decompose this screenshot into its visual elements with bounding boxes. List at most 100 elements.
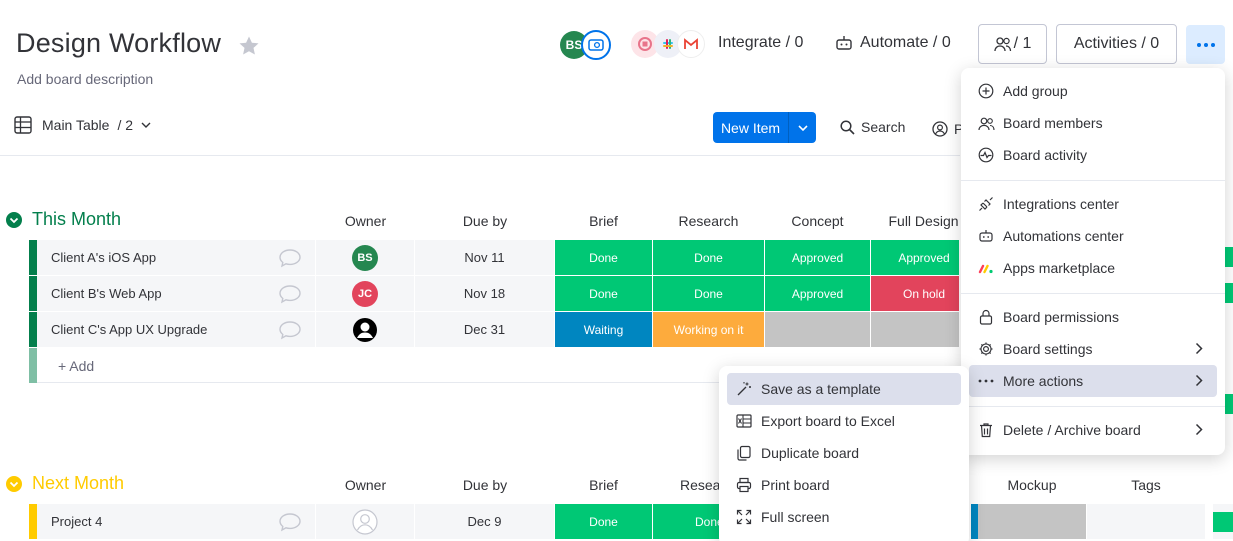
item-name[interactable]: Client B's Web App [51, 286, 162, 301]
menu-item-board-activity[interactable]: Board activity [969, 139, 1217, 171]
robot-icon [977, 227, 995, 245]
table-row[interactable]: Project 4 Dec 9 Done Done [29, 504, 1233, 539]
comment-icon[interactable] [275, 504, 305, 539]
menu-item-more-actions[interactable]: More actions [969, 365, 1217, 397]
menu-item-board-settings[interactable]: Board settings [969, 333, 1217, 365]
column-header-concept[interactable]: Concept [765, 213, 870, 229]
ellipsis-icon [1196, 42, 1215, 47]
column-header-due[interactable]: Due by [415, 477, 555, 493]
column-header-tags[interactable]: Tags [1087, 477, 1205, 493]
apps-logo-icon [977, 259, 995, 277]
menu-item-integrations-center[interactable]: Integrations center [969, 188, 1217, 220]
members-icon [993, 36, 1012, 52]
avatar[interactable]: BS [352, 244, 378, 271]
menu-item-label: Board permissions [1003, 309, 1119, 325]
automate-button[interactable]: Automate / 0 [860, 34, 951, 52]
status-badge[interactable]: Approved [871, 240, 959, 275]
due-date[interactable]: Nov 11 [415, 240, 554, 275]
menu-item-label: Board activity [1003, 147, 1088, 163]
item-name[interactable]: Project 4 [51, 514, 102, 529]
status-badge[interactable]: Done [555, 240, 652, 275]
chevron-down-icon[interactable] [788, 112, 816, 143]
status-badge[interactable]: On hold [871, 276, 959, 311]
table-row[interactable]: Client A's iOS App BS Nov 11 Done Done A… [29, 240, 959, 275]
new-item-button[interactable]: New Item [713, 112, 816, 143]
status-badge[interactable]: Working on it [653, 312, 764, 347]
avatar[interactable] [352, 317, 378, 343]
menu-item-board-members[interactable]: Board members [969, 107, 1217, 139]
menu-item-automations-center[interactable]: Automations center [969, 220, 1217, 252]
status-badge[interactable]: Done [555, 504, 652, 539]
column-header-due[interactable]: Due by [415, 213, 555, 229]
column-header-mockup[interactable]: Mockup [978, 477, 1086, 493]
status-badge[interactable]: Done [555, 276, 652, 311]
table-row[interactable]: Client C's App UX Upgrade Dec 31 Waiting… [29, 312, 959, 347]
group-title[interactable]: Next Month [32, 473, 124, 494]
board-menu-button[interactable] [1186, 25, 1225, 64]
robot-icon [835, 35, 853, 51]
status-label: Approved [898, 250, 950, 265]
comment-icon[interactable] [275, 240, 305, 275]
person-icon [932, 121, 948, 137]
menu-item-apps-marketplace[interactable]: Apps marketplace [969, 252, 1217, 284]
due-date[interactable]: Dec 31 [415, 312, 554, 347]
menu-divider [961, 293, 1225, 294]
star-icon[interactable] [237, 34, 261, 58]
search-button[interactable]: Search [840, 119, 905, 135]
comment-icon[interactable] [275, 312, 305, 347]
menu-item-board-permissions[interactable]: Board permissions [969, 301, 1217, 333]
new-item-label[interactable]: New Item [713, 112, 788, 143]
status-badge[interactable] [765, 312, 870, 347]
person-filter-button[interactable]: P [932, 121, 963, 137]
menu-item-save-as-template[interactable]: Save as a template [727, 373, 961, 405]
menu-item-label: Board members [1003, 115, 1103, 131]
menu-item-label: Delete / Archive board [1003, 422, 1141, 438]
menu-item-export-excel[interactable]: Export board to Excel [727, 405, 961, 437]
column-header-owner[interactable]: Owner [316, 477, 415, 493]
board-description[interactable]: Add board description [17, 71, 153, 87]
column-header-brief[interactable]: Brief [555, 213, 652, 229]
menu-item-print-board[interactable]: Print board [727, 469, 961, 501]
gmail-icon[interactable] [677, 30, 705, 58]
menu-divider [961, 180, 1225, 181]
activities-button[interactable]: Activities / 0 [1056, 24, 1177, 64]
integrate-button[interactable]: Integrate / 0 [718, 34, 803, 52]
status-badge[interactable]: Done [653, 276, 764, 311]
avatar[interactable]: JC [352, 280, 378, 307]
avatar-placeholder-icon[interactable] [352, 508, 378, 535]
board-members-button[interactable]: / 1 [978, 24, 1047, 64]
item-name[interactable]: Client A's iOS App [51, 250, 156, 265]
add-item-button[interactable]: + Add [58, 358, 94, 374]
status-badge[interactable] [978, 504, 1086, 539]
board-options-menu: Add group Board members Board activity I… [961, 68, 1225, 455]
menu-item-label: Add group [1003, 83, 1068, 99]
menu-item-duplicate-board[interactable]: Duplicate board [727, 437, 961, 469]
column-header-owner[interactable]: Owner [316, 213, 415, 229]
due-date[interactable]: Nov 18 [415, 276, 554, 311]
menu-item-full-screen[interactable]: Full screen [727, 501, 961, 533]
view-tab-main-table[interactable]: Main Table / 2 [14, 116, 151, 134]
status-badge[interactable]: Waiting [555, 312, 652, 347]
status-badge[interactable]: Approved [765, 240, 870, 275]
menu-item-delete-archive[interactable]: Delete / Archive board [969, 414, 1217, 446]
board-title[interactable]: Design Workflow [16, 28, 221, 59]
comment-icon[interactable] [275, 276, 305, 311]
table-row[interactable]: Client B's Web App JC Nov 18 Done Done A… [29, 276, 959, 311]
view-count: / 2 [117, 117, 134, 133]
due-date[interactable]: Dec 9 [415, 504, 554, 539]
menu-item-add-group[interactable]: Add group [969, 75, 1217, 107]
status-badge[interactable] [871, 312, 959, 347]
chevron-down-icon[interactable] [141, 122, 151, 128]
column-header-brief[interactable]: Brief [555, 477, 652, 493]
collapse-group-icon[interactable] [6, 212, 22, 228]
status-badge[interactable]: Done [653, 240, 764, 275]
status-badge[interactable]: Approved [765, 276, 870, 311]
watch-view-icon[interactable] [581, 30, 611, 60]
column-header-research[interactable]: Research [653, 213, 764, 229]
tags-cell[interactable] [1087, 504, 1205, 539]
collapse-group-icon[interactable] [6, 476, 22, 492]
group-title[interactable]: This Month [32, 209, 121, 230]
item-name[interactable]: Client C's App UX Upgrade [51, 322, 207, 337]
activity-icon [977, 146, 995, 164]
table-icon [14, 116, 32, 134]
